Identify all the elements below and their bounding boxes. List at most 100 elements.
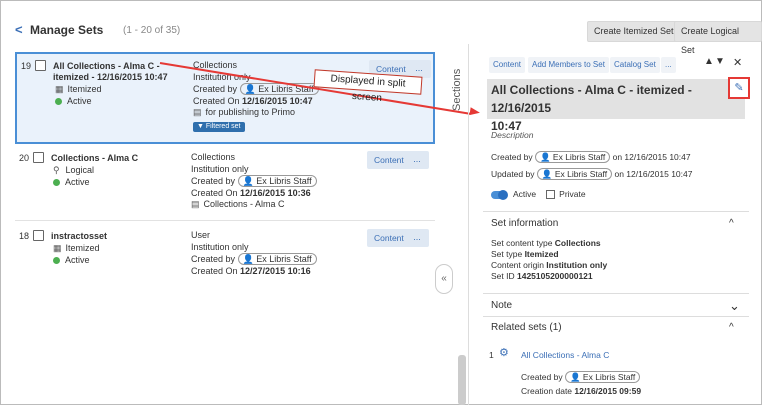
updated-date: on 12/16/2015 10:47 (614, 169, 693, 179)
created-on: Created On 12/27/2015 10:16 (191, 266, 317, 278)
collapse-panel-button[interactable]: « (435, 264, 453, 294)
related-sets-header[interactable]: Related sets (1) (491, 322, 562, 333)
info-set-id: Set ID 1425105200000121 (491, 271, 593, 282)
divider (483, 211, 749, 212)
related-set-icon: ⚙ (499, 347, 509, 359)
record-range: (1 - 20 of 35) (123, 25, 181, 36)
related-creation-date: Creation date 12/16/2015 09:59 (521, 386, 641, 397)
tab-content[interactable]: Content (489, 57, 526, 73)
tab-catalog-set[interactable]: Catalog Set (610, 57, 660, 73)
active-dot-icon (53, 257, 60, 265)
edit-icon[interactable]: ✎ (728, 77, 750, 99)
note-text: for publishing to Primo (205, 107, 296, 117)
private-label: Private (559, 189, 586, 199)
back-icon[interactable]: < (15, 22, 23, 37)
set-note: ▤ for publishing to Primo (193, 107, 319, 119)
set-type-label: Logical (65, 165, 95, 175)
sections-label[interactable]: Sections (451, 60, 463, 120)
divider (483, 293, 749, 294)
note-icon: ▤ (191, 199, 200, 209)
itemized-icon: ▦ (55, 84, 64, 94)
info-content-type: Set content type Collections (491, 238, 601, 249)
row-number: 20 (19, 153, 30, 163)
row-checkbox[interactable] (33, 152, 44, 163)
created-by: Created by 👤 Ex Libris Staff (191, 175, 317, 188)
scrollbar[interactable] (458, 355, 466, 405)
chevron-up-icon[interactable]: ^ (729, 218, 734, 229)
active-toggle[interactable] (491, 189, 508, 200)
set-status: Active (55, 96, 92, 107)
note-text: Collections - Alma C (203, 199, 285, 209)
tab-add-members[interactable]: Add Members to Set (528, 57, 609, 73)
created-by-label: Created by (491, 152, 533, 162)
set-type-label: Itemized (67, 84, 102, 94)
private-checkbox[interactable] (546, 190, 556, 200)
set-name[interactable]: Collections - Alma C (51, 153, 138, 164)
user-pill[interactable]: 👤 Ex Libris Staff (534, 151, 611, 163)
created-date: on 12/16/2015 10:47 (612, 152, 691, 162)
filter-badge: ▼ Filtered set (193, 121, 245, 132)
set-name-line2[interactable]: itemized - 12/16/2015 10:47 (53, 72, 168, 83)
logical-icon: ⚲ (53, 165, 60, 175)
row-number: 18 (19, 231, 30, 241)
split-screen-panel: Content Add Members to Set Catalog Set .… (479, 52, 751, 405)
updated-by-line: Updated by 👤 Ex Libris Staff on 12/16/20… (491, 168, 692, 180)
related-set-link[interactable]: All Collections - Alma C (521, 350, 609, 361)
note-header[interactable]: Note (491, 300, 512, 311)
set-type: ▦ Itemized (55, 84, 102, 95)
related-number: 1 (489, 350, 494, 360)
info-label: Set ID (491, 271, 517, 281)
list-item[interactable]: 20 Collections - Alma C ⚲ Logical Active… (15, 148, 435, 218)
user-pill[interactable]: 👤 Ex Libris Staff (237, 253, 317, 265)
set-name[interactable]: instractosset (51, 231, 107, 242)
tab-more[interactable]: ... (661, 57, 676, 73)
previous-icon[interactable]: ▲ (704, 56, 714, 67)
active-dot-icon (55, 98, 62, 106)
user-pill[interactable]: 👤 Ex Libris Staff (536, 168, 613, 180)
description: Description (491, 130, 534, 140)
panel-divider (468, 44, 469, 405)
set-information-header[interactable]: Set information (491, 218, 558, 229)
user-name: Ex Libris Staff (582, 372, 636, 382)
creation-date-label: Creation date (521, 386, 575, 396)
set-name-line1[interactable]: All Collections - Alma C - (53, 61, 160, 72)
row-actions-button[interactable]: ... (405, 229, 429, 247)
next-icon[interactable]: ▼ (715, 56, 725, 67)
divider (483, 316, 749, 317)
info-label: Set content type (491, 238, 555, 248)
content-type: Collections (191, 152, 236, 162)
filter-badge-label: Filtered set (205, 122, 241, 130)
user-pill[interactable]: 👤 Ex Libris Staff (239, 83, 319, 95)
created-on: Created On 12/16/2015 10:47 (193, 96, 319, 108)
set-type-label: Itemized (65, 243, 100, 253)
set-type: ▦ Itemized (53, 243, 100, 254)
info-set-type: Set type Itemized (491, 249, 559, 260)
user-pill[interactable]: 👤 Ex Libris Staff (237, 175, 317, 187)
panel-title-line1: All Collections - Alma C - itemized - 12… (491, 83, 692, 115)
created-on-date: 12/27/2015 10:16 (240, 265, 311, 276)
chevron-up-icon[interactable]: ^ (729, 322, 734, 333)
created-on-date: 12/16/2015 10:47 (242, 95, 313, 106)
set-details: User Institution only Created by 👤 Ex Li… (191, 230, 317, 277)
create-itemized-set-button[interactable]: Create Itemized Set (587, 21, 681, 42)
page-title: Manage Sets (30, 23, 104, 37)
info-value: Institution only (546, 260, 608, 270)
row-checkbox[interactable] (33, 230, 44, 241)
list-item[interactable]: 18 instractosset ▦ Itemized Active User … (15, 226, 435, 286)
set-status: Active (53, 177, 90, 188)
related-created-by: Created by 👤 Ex Libris Staff (521, 371, 641, 383)
row-actions-button[interactable]: ... (405, 151, 429, 169)
active-label: Active (513, 189, 537, 199)
info-label: Content origin (491, 260, 547, 270)
content-origin: Institution only (191, 241, 249, 252)
chevron-down-icon[interactable]: ⌄ (729, 298, 740, 314)
close-icon[interactable]: ✕ (733, 56, 742, 69)
content-type: User (191, 230, 211, 240)
info-content-origin: Content origin Institution only (491, 260, 607, 271)
user-pill[interactable]: 👤 Ex Libris Staff (564, 371, 641, 383)
create-logical-set-button[interactable]: Create Logical Set (674, 21, 762, 55)
user-name: Ex Libris Staff (552, 152, 606, 162)
info-value: Itemized (524, 249, 559, 259)
divider (15, 220, 435, 221)
row-checkbox[interactable] (35, 60, 46, 71)
